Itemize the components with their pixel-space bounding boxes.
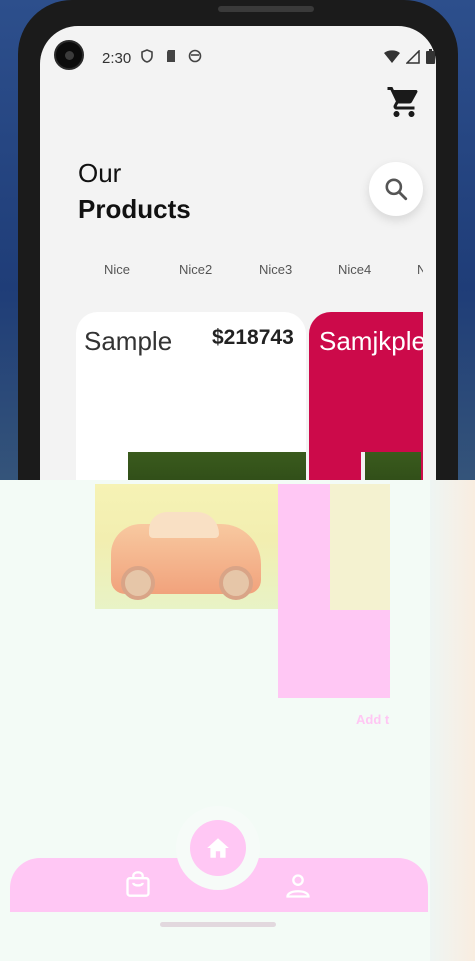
speaker — [218, 6, 314, 12]
circle-status-icon — [188, 49, 202, 63]
product-image — [365, 452, 421, 480]
product-price: $218743 — [212, 326, 294, 349]
wifi-icon — [384, 49, 400, 63]
product-image-secondary — [330, 484, 390, 610]
category-tab[interactable]: Nice2 — [179, 262, 212, 277]
product-card-secondary[interactable] — [278, 484, 390, 698]
cell-signal-icon — [406, 49, 420, 64]
category-tabs: Nice Nice2 Nice3 Nice4 N — [78, 262, 423, 282]
search-button[interactable] — [369, 162, 423, 216]
shopping-bag-icon[interactable] — [124, 870, 152, 898]
status-time: 2:30 — [102, 50, 132, 67]
title-line-1: Our — [78, 158, 122, 188]
sd-card-icon — [167, 50, 175, 62]
category-tab[interactable]: Nice3 — [259, 262, 292, 277]
product-image-car — [95, 484, 278, 609]
front-camera — [54, 40, 84, 70]
product-card[interactable]: Sample $218743 — [76, 312, 306, 480]
category-tab[interactable]: N — [417, 262, 423, 277]
washed-edge — [430, 480, 475, 961]
add-to-cart-button[interactable]: Add t — [356, 712, 389, 727]
home-button[interactable] — [190, 820, 246, 876]
title-line-2: Products — [78, 194, 191, 224]
product-carousel: Sample $218743 Samjkple — [76, 312, 423, 480]
product-name: Sample — [84, 326, 173, 356]
status-icons-right — [384, 49, 435, 64]
shield-icon — [141, 49, 153, 63]
product-image — [128, 452, 306, 480]
shopping-cart-icon[interactable] — [386, 84, 422, 120]
car-wheel — [219, 566, 253, 600]
car-window — [149, 512, 219, 538]
status-icons — [140, 49, 202, 63]
product-card[interactable]: Samjkple — [309, 312, 423, 480]
battery-icon — [426, 49, 435, 64]
category-tab[interactable]: Nice — [104, 262, 130, 277]
gesture-bar — [160, 922, 276, 927]
product-name: Samjkple — [319, 326, 423, 356]
person-icon[interactable] — [284, 872, 312, 900]
search-icon — [385, 178, 408, 201]
car-wheel — [121, 566, 155, 600]
category-tab[interactable]: Nice4 — [338, 262, 371, 277]
home-icon — [207, 838, 229, 858]
